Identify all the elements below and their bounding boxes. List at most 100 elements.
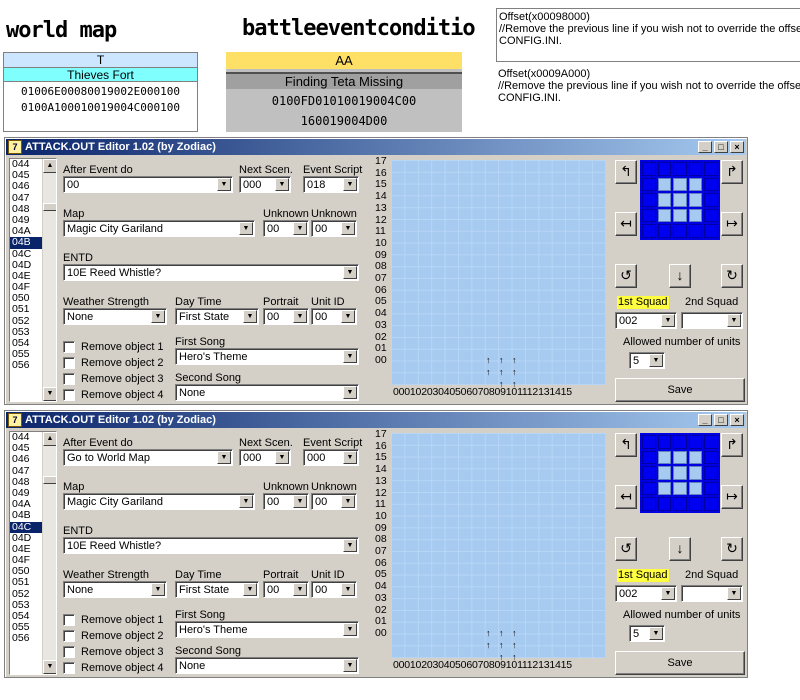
rotate-left-button[interactable]: ↺ [615,537,637,561]
next-scen-select[interactable]: 000 ▼ [239,449,291,466]
remove-object-1-checkbox[interactable] [63,341,75,353]
arrow-down-button[interactable]: ↓ [669,264,691,288]
formation-cell[interactable] [704,450,718,465]
chevron-down-icon[interactable]: ▼ [727,314,741,327]
listbox-scrollbar[interactable]: ▲ ▼ [42,159,56,401]
formation-cell[interactable] [673,208,687,223]
event-listbox[interactable]: 044 045 046 047 048 049 04A 04B 04C 04D 04E 04F 050 0… [9,158,57,402]
close-button[interactable]: × [730,414,744,426]
arrow-up-right-button[interactable]: ↱ [721,433,743,457]
chevron-down-icon[interactable]: ▼ [293,222,307,235]
minimize-button[interactable]: _ [698,414,712,426]
formation-cell[interactable] [673,450,687,465]
chevron-down-icon[interactable]: ▼ [293,310,307,323]
chevron-down-icon[interactable]: ▼ [343,623,357,636]
remove-object-3-checkbox[interactable] [63,646,75,658]
chevron-down-icon[interactable]: ▼ [341,222,355,235]
listbox-scrollbar[interactable]: ▲ ▼ [42,432,56,674]
formation-cell[interactable] [704,497,718,511]
map-grid[interactable]: ↑ ↑ ↑ ↑ ↑ ↑ ↑ ↑ [391,160,605,389]
first-squad-select[interactable]: 002 ▼ [615,585,677,602]
formation-cell[interactable] [657,450,672,465]
chevron-down-icon[interactable]: ▼ [293,583,307,596]
arrow-up-left-button[interactable]: ↰ [615,433,637,457]
rotate-right-button[interactable]: ↻ [721,537,743,561]
formation-cell[interactable] [688,481,703,496]
second-song-select[interactable]: None ▼ [175,657,359,674]
unknown-select-2[interactable]: 00 ▼ [311,493,357,510]
scroll-down-icon[interactable]: ▼ [43,387,56,401]
chevron-down-icon[interactable]: ▼ [343,266,357,279]
formation-cell[interactable] [688,497,703,511]
unit-id-select[interactable]: 00 ▼ [311,581,357,598]
chevron-down-icon[interactable]: ▼ [239,222,253,235]
chevron-down-icon[interactable]: ▼ [341,583,355,596]
formation-cell[interactable] [688,177,703,192]
formation-cell[interactable] [657,193,672,207]
formation-cell[interactable] [688,208,703,223]
formation-cell[interactable] [642,481,656,496]
formation-cell[interactable] [657,208,672,223]
chevron-down-icon[interactable]: ▼ [649,354,663,367]
chevron-down-icon[interactable]: ▼ [661,587,675,600]
formation-cell[interactable] [642,162,656,176]
formation-cell[interactable] [642,193,656,207]
formation-cell[interactable] [704,162,718,176]
remove-object-4-checkbox[interactable] [63,662,75,674]
remove-object-2-checkbox[interactable] [63,357,75,369]
chevron-down-icon[interactable]: ▼ [217,178,231,191]
chevron-down-icon[interactable]: ▼ [217,451,231,464]
chevron-down-icon[interactable]: ▼ [341,495,355,508]
unit-marker-icon[interactable]: ↑ [486,629,491,638]
allowed-units-select[interactable]: 5 ▼ [629,352,665,369]
chevron-down-icon[interactable]: ▼ [343,451,357,464]
formation-cell[interactable] [642,497,656,511]
unknown-select-1[interactable]: 00 ▼ [263,493,309,510]
next-scen-select[interactable]: 000 ▼ [239,176,291,193]
maximize-button[interactable]: □ [714,414,728,426]
formation-cell[interactable] [642,208,656,223]
after-event-do-select[interactable]: 00 ▼ [63,176,233,193]
unit-marker-icon[interactable]: ↑ [486,368,491,377]
unit-marker-icon[interactable]: ↑ [512,356,517,365]
formation-cell[interactable] [688,450,703,465]
save-button[interactable]: Save [615,378,745,402]
rotate-right-button[interactable]: ↻ [721,264,743,288]
formation-cell[interactable] [642,224,656,238]
unit-marker-icon[interactable]: ↑ [512,641,517,650]
map-select[interactable]: Magic City Gariland ▼ [63,220,255,237]
formation-cell[interactable] [657,481,672,496]
unknown-select-2[interactable]: 00 ▼ [311,220,357,237]
remove-object-3-checkbox[interactable] [63,373,75,385]
unit-marker-icon[interactable]: ↑ [499,641,504,650]
arrow-down-button[interactable]: ↓ [669,537,691,561]
formation-grid[interactable] [640,160,720,240]
formation-cell[interactable] [673,177,687,192]
day-time-select[interactable]: First State ▼ [175,581,259,598]
weather-strength-select[interactable]: None ▼ [63,308,167,325]
formation-cell[interactable] [688,466,703,480]
formation-cell[interactable] [673,435,687,449]
chevron-down-icon[interactable]: ▼ [343,178,357,191]
formation-cell[interactable] [688,193,703,207]
minimize-button[interactable]: _ [698,141,712,153]
formation-cell[interactable] [704,435,718,449]
chevron-down-icon[interactable]: ▼ [661,314,675,327]
remove-object-1-checkbox[interactable] [63,614,75,626]
arrow-up-right-button[interactable]: ↱ [721,160,743,184]
arrow-left-button[interactable]: ↤ [615,485,637,509]
formation-cell[interactable] [688,224,703,238]
unknown-select-1[interactable]: 00 ▼ [263,220,309,237]
scroll-thumb[interactable] [43,476,56,484]
chevron-down-icon[interactable]: ▼ [275,178,289,191]
formation-cell[interactable] [673,162,687,176]
second-song-select[interactable]: None ▼ [175,384,359,401]
formation-cell[interactable] [673,224,687,238]
day-time-select[interactable]: First State ▼ [175,308,259,325]
unit-marker-icon[interactable]: ↑ [499,629,504,638]
formation-cell[interactable] [673,481,687,496]
formation-cell[interactable] [642,466,656,480]
formation-cell[interactable] [642,450,656,465]
weather-strength-select[interactable]: None ▼ [63,581,167,598]
chevron-down-icon[interactable]: ▼ [649,627,663,640]
